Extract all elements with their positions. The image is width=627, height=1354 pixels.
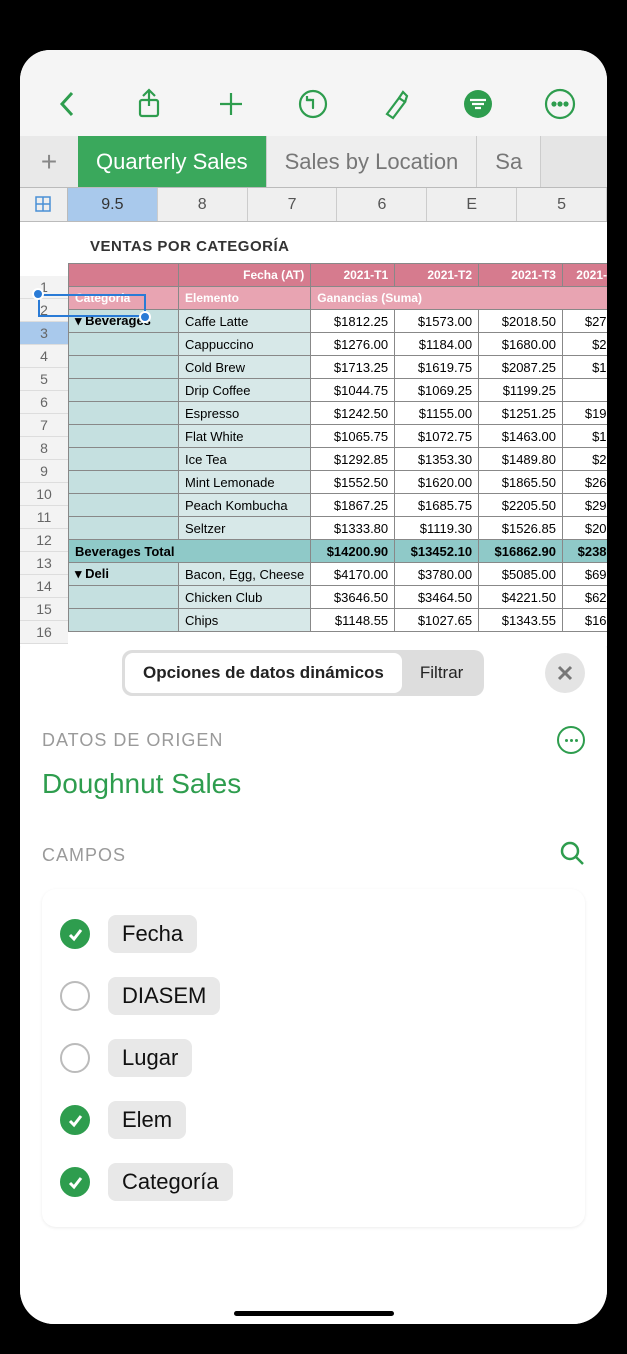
- sheet-tabs: + Quarterly Sales Sales by Location Sa: [20, 136, 607, 188]
- app-toolbar: [20, 50, 607, 136]
- selection-handle[interactable]: [139, 311, 151, 323]
- field-row[interactable]: Fecha: [54, 903, 573, 965]
- filter-button[interactable]: [437, 80, 519, 128]
- close-panel-button[interactable]: [545, 653, 585, 693]
- search-fields-button[interactable]: [559, 840, 585, 871]
- add-button[interactable]: [190, 80, 272, 128]
- tab-overflow[interactable]: Sa: [477, 136, 541, 187]
- field-row[interactable]: Elem: [54, 1089, 573, 1151]
- field-checkbox[interactable]: [60, 1105, 90, 1135]
- cell-selection[interactable]: [38, 294, 146, 317]
- col-header[interactable]: 8: [158, 188, 248, 221]
- field-checkbox[interactable]: [60, 981, 90, 1011]
- field-chip[interactable]: Lugar: [108, 1039, 192, 1077]
- col-header[interactable]: 7: [248, 188, 338, 221]
- share-button[interactable]: [108, 80, 190, 128]
- segment-filter[interactable]: Filtrar: [402, 653, 481, 693]
- panel-segmented-control[interactable]: Opciones de datos dinámicos Filtrar: [122, 650, 484, 696]
- field-checkbox[interactable]: [60, 1167, 90, 1197]
- tab-sales-by-location[interactable]: Sales by Location: [267, 136, 478, 187]
- undo-button[interactable]: [272, 80, 354, 128]
- spreadsheet-area[interactable]: 1 2 3 4 5 6 7 8 9 10 11 12 13 14 15 16 V…: [20, 222, 607, 646]
- field-row[interactable]: DIASEM: [54, 965, 573, 1027]
- field-row[interactable]: Categoría: [54, 1151, 573, 1213]
- field-checkbox[interactable]: [60, 919, 90, 949]
- field-chip[interactable]: DIASEM: [108, 977, 220, 1015]
- fields-list: Fecha DIASEM Lugar Elem Categoría: [42, 889, 585, 1227]
- field-chip[interactable]: Elem: [108, 1101, 186, 1139]
- tab-quarterly-sales[interactable]: Quarterly Sales: [78, 136, 267, 187]
- selection-handle[interactable]: [32, 288, 44, 300]
- col-header[interactable]: 6: [337, 188, 427, 221]
- select-all-corner[interactable]: [20, 188, 68, 221]
- pivot-title: VENTAS POR CATEGORÍA: [68, 238, 607, 263]
- source-data-label: DATOS DE ORIGEN: [42, 726, 585, 754]
- field-chip[interactable]: Categoría: [108, 1163, 233, 1201]
- add-sheet-button[interactable]: +: [20, 136, 78, 187]
- field-row[interactable]: Lugar: [54, 1027, 573, 1089]
- segment-pivot-options[interactable]: Opciones de datos dinámicos: [125, 653, 402, 693]
- source-data-name[interactable]: Doughnut Sales: [42, 768, 585, 800]
- more-button[interactable]: [519, 80, 601, 128]
- fields-label: CAMPOS: [42, 840, 585, 871]
- col-header[interactable]: 5: [517, 188, 607, 221]
- col-header[interactable]: E: [427, 188, 517, 221]
- pivot-options-panel: Opciones de datos dinámicos Filtrar DATO…: [20, 632, 607, 1324]
- col-header[interactable]: 9.5: [68, 188, 158, 221]
- field-chip[interactable]: Fecha: [108, 915, 197, 953]
- format-brush-button[interactable]: [355, 80, 437, 128]
- back-button[interactable]: [26, 80, 108, 128]
- field-checkbox[interactable]: [60, 1043, 90, 1073]
- column-headers: 9.5 8 7 6 E 5: [20, 188, 607, 222]
- source-more-button[interactable]: [557, 726, 585, 754]
- home-indicator[interactable]: [234, 1311, 394, 1316]
